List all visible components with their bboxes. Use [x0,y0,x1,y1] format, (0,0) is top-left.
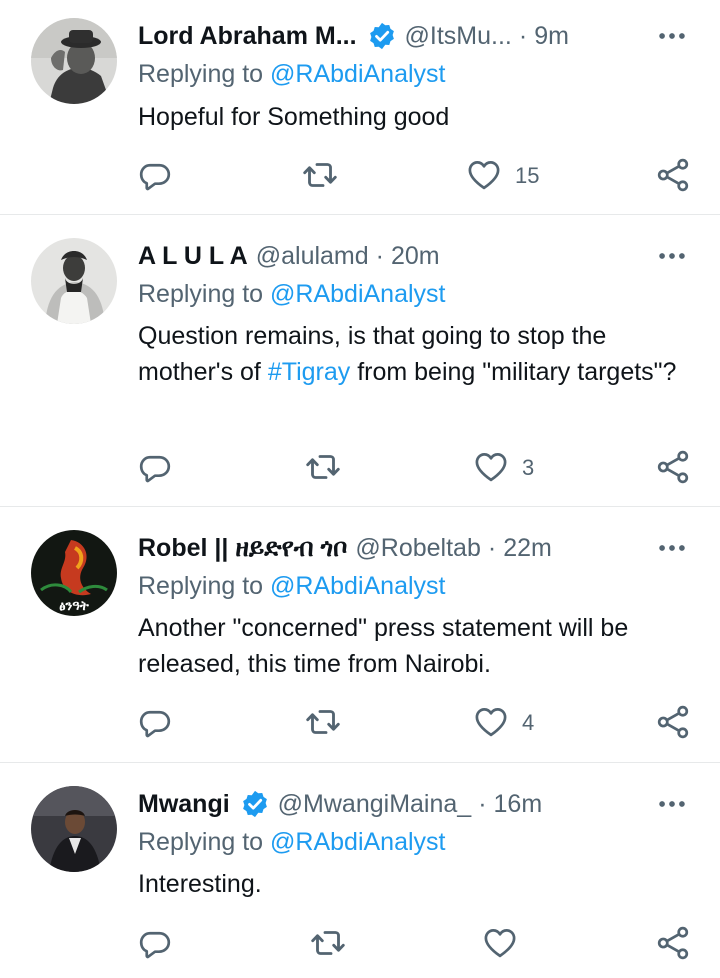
replying-prefix: Replying to [138,828,264,856]
like-count: 15 [515,163,540,188]
share-icon[interactable] [655,157,691,193]
verified-badge-icon [240,789,270,819]
timestamp[interactable]: 16m [494,790,543,819]
reply-icon[interactable] [137,157,173,193]
mention-link[interactable]: @RAbdiAnalyst [270,60,445,88]
separator: · [487,533,497,562]
retweet-icon[interactable] [302,157,338,193]
reply-icon[interactable] [137,925,173,961]
timestamp[interactable]: 9m [534,22,569,51]
replying-prefix: Replying to [138,280,264,308]
like-icon[interactable] [473,449,509,485]
display-name[interactable]: Mwangi [138,790,230,819]
more-icon[interactable] [655,531,689,565]
retweet-icon[interactable] [310,925,346,961]
user-handle[interactable]: @Robeltab [355,534,480,563]
replying-to: Replying to @RAbdiAnalyst [138,828,445,857]
display-name[interactable]: A L U L A [138,242,248,271]
avatar-image [31,18,117,104]
replying-to: Replying to @RAbdiAnalyst [138,572,445,601]
verified-badge-icon [367,21,397,51]
retweet-icon[interactable] [305,704,341,740]
display-name[interactable]: Lord Abraham M... [138,22,357,51]
avatar[interactable]: ፅንዓት [31,530,117,616]
user-handle[interactable]: @alulamd [256,242,369,271]
display-name[interactable]: Robel || ዘይድየብ ጎቦ [138,534,347,563]
replying-to: Replying to @RAbdiAnalyst [138,280,445,309]
share-icon[interactable] [655,704,691,740]
reply-icon[interactable] [137,449,173,485]
tweet-header: Mwangi @MwangiMaina_ · 16m [138,787,542,821]
mention-link[interactable]: @RAbdiAnalyst [270,280,445,308]
tweet-header: Lord Abraham M... @ItsMu... · 9m [138,19,569,53]
share-icon[interactable] [655,449,691,485]
reply-icon[interactable] [137,704,173,740]
mention-link[interactable]: @RAbdiAnalyst [270,572,445,600]
replying-to: Replying to @RAbdiAnalyst [138,60,445,89]
share-icon[interactable] [655,925,691,961]
tweet-header: A L U L A @alulamd · 20m [138,239,440,273]
user-handle[interactable]: @MwangiMaina_ [278,790,472,819]
tweet-text: Interesting. [138,870,262,898]
tweet-header: Robel || ዘይድየብ ጎቦ @Robeltab · 22m [138,531,552,565]
more-icon[interactable] [655,19,689,53]
more-icon[interactable] [655,239,689,273]
like-icon[interactable] [466,157,502,193]
timestamp[interactable]: 20m [391,242,440,271]
avatar[interactable] [31,786,117,872]
separator: · [478,789,487,818]
like-count: 3 [522,455,535,480]
like-icon[interactable] [482,925,518,961]
like-count: 4 [522,710,535,735]
tweet-text: Another "concerned" press statement will… [138,614,629,678]
tweet-text-part: from being "military targets"? [350,358,677,386]
hashtag-link[interactable]: #Tigray [268,358,350,386]
tweet-text: Question remains, is that going to stop … [138,318,698,390]
avatar[interactable] [31,238,117,324]
mention-link[interactable]: @RAbdiAnalyst [270,828,445,856]
tweet-4[interactable]: Mwangi @MwangiMaina_ · 16m Replying to @… [0,763,720,978]
separator: · [518,21,528,50]
avatar[interactable] [31,18,117,104]
avatar-text: ፅንዓት [59,599,89,614]
tweet-2[interactable]: A L U L A @alulamd · 20m Replying to @RA… [0,215,720,506]
replying-prefix: Replying to [138,572,264,600]
tweet-3[interactable]: ፅንዓት Robel || ዘይድየብ ጎቦ @Robeltab · 22m R… [0,507,720,762]
avatar-image [31,786,117,872]
like-icon[interactable] [473,704,509,740]
replying-prefix: Replying to [138,60,264,88]
avatar-image [31,238,117,324]
tweet-1[interactable]: Lord Abraham M... @ItsMu... · 9m Replyin… [0,0,720,214]
timestamp[interactable]: 22m [503,534,552,563]
separator: · [375,241,384,270]
tweet-text: Hopeful for Something good [138,103,450,131]
user-handle[interactable]: @ItsMu... [405,22,512,51]
avatar-image: ፅንዓት [31,530,117,616]
more-icon[interactable] [655,787,689,821]
retweet-icon[interactable] [305,449,341,485]
